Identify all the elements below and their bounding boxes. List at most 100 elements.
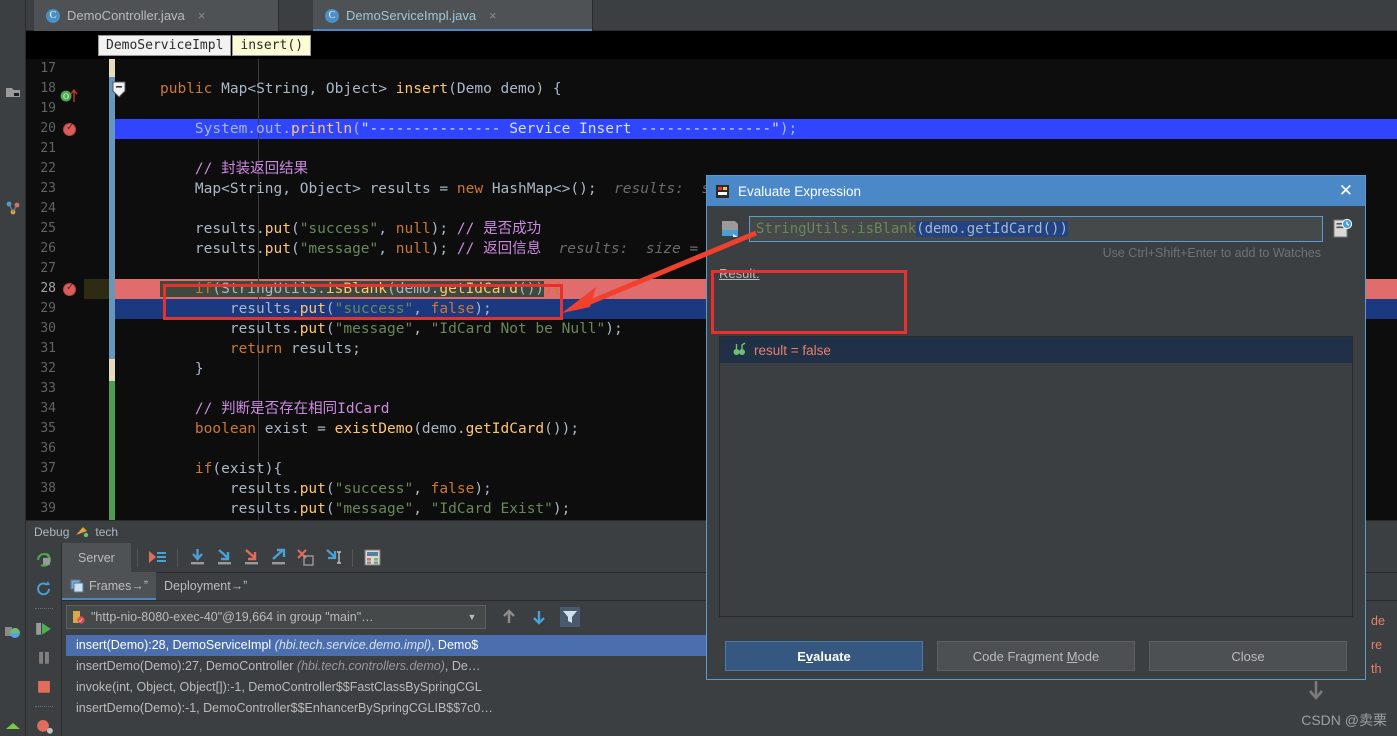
table-row[interactable]: insertDemo(Demo):-1, DemoController$$Enh… — [66, 698, 1297, 719]
filter-icon[interactable] — [560, 607, 580, 627]
evaluate-expression-dialog[interactable]: Evaluate Expression ✕ StringUtils.isBlan… — [706, 175, 1366, 680]
line-number: 21 — [40, 141, 56, 156]
breakpoint-line-28[interactable] — [63, 282, 76, 296]
rerun-icon[interactable] — [35, 551, 53, 569]
frame-method: insertDemo(Demo):-1, DemoController$$Enh… — [76, 701, 493, 715]
watermark: CSDN @卖栗 — [1301, 712, 1387, 728]
step-into-icon[interactable] — [215, 548, 234, 567]
frame-package: (hbi.tech.controllers.demo) — [296, 659, 445, 673]
sidebar-item-jrebel[interactable]: JRebel — [0, 666, 28, 701]
frame-package: (hbi.tech.service.demo.impl) — [274, 638, 431, 652]
history-icon[interactable] — [1331, 218, 1353, 240]
variable-name: th — [1371, 662, 1382, 676]
down-arrow-icon[interactable] — [530, 608, 548, 626]
frame-method: insertDemo(Demo):27, DemoController — [76, 659, 297, 673]
debug-session-rail[interactable] — [26, 543, 62, 736]
code-fragment-mode-button[interactable]: Code Fragment Mode — [937, 641, 1135, 671]
line-number: 39 — [40, 501, 56, 516]
frame-tail: , Demo$ — [430, 638, 479, 652]
pause-icon[interactable] — [35, 649, 53, 667]
line-number: 22 — [40, 161, 56, 176]
run-to-cursor-icon[interactable] — [323, 548, 342, 567]
tab-deployment[interactable]: Deployment→ˮ — [156, 572, 255, 600]
frames-icon — [70, 579, 84, 593]
result-row[interactable]: result = false — [720, 337, 1352, 363]
java-class-icon: C — [46, 8, 60, 23]
editor-tab-label: DemoServiceImpl.java — [346, 8, 477, 23]
line-number: 38 — [40, 481, 56, 496]
line-number: 30 — [40, 321, 56, 336]
editor-tab-demoserviceimpl[interactable]: C DemoServiceImpl.java × — [313, 0, 593, 31]
thread-suspended-icon: ✓ — [73, 611, 85, 624]
line-number: 29 — [40, 301, 56, 316]
close-icon[interactable]: ✕ — [1335, 181, 1357, 201]
annotation-arrow — [562, 230, 757, 313]
line-number: 17 — [40, 61, 56, 76]
chevron-down-icon[interactable]: ▼ — [463, 612, 481, 622]
editor-gutter[interactable]: 17 18 19 20 21 22 23 24 25 26 27 28 29 3… — [26, 59, 84, 520]
table-row[interactable]: invoke(int, Object, Object[]):-1, DemoCo… — [66, 677, 1297, 698]
project-icon — [6, 88, 20, 97]
dialog-title-bar[interactable]: Evaluate Expression ✕ — [707, 176, 1365, 206]
tab-frames-label: Frames→ˮ — [89, 579, 149, 593]
frame-method: invoke(int, Object, Object[]):-1, DemoCo… — [76, 680, 482, 694]
code-fragment-mnemonic: M — [1066, 648, 1078, 664]
line-number: 34 — [40, 401, 56, 416]
breadcrumb: DemoServiceImpl insert() — [26, 31, 1397, 59]
expression-input[interactable]: StringUtils.isBlank (demo.getIdCard()) — [749, 216, 1323, 242]
inline-debug-hint: results: s — [614, 181, 711, 197]
svg-text:✓: ✓ — [78, 619, 83, 624]
debug-config-name: tech — [95, 525, 119, 539]
dialog-buttons[interactable]: Evaluate Code Fragment Mode Close — [707, 641, 1365, 671]
line-number: 27 — [40, 261, 56, 276]
up-arrow-icon[interactable] — [500, 608, 518, 626]
stop-icon[interactable] — [35, 678, 53, 696]
step-over-icon[interactable] — [188, 548, 207, 567]
line-number: 25 — [40, 221, 56, 236]
show-execution-point-icon[interactable] — [148, 548, 167, 567]
mute-breakpoints-icon[interactable] — [35, 718, 53, 736]
move-down-icon[interactable] — [1307, 679, 1325, 701]
thread-dropdown[interactable]: ✓ "http-nio-8080-exec-40"@19,664 in grou… — [66, 605, 486, 629]
line-number: 33 — [40, 381, 56, 396]
variable-name: de — [1371, 614, 1385, 628]
expression-row[interactable]: StringUtils.isBlank (demo.getIdCard()) — [707, 206, 1365, 242]
line-number: 26 — [40, 241, 56, 256]
line-number: 31 — [40, 341, 56, 356]
override-arrow-icon — [70, 88, 78, 102]
frame-method: insert(Demo):28, DemoServiceImpl — [76, 638, 275, 652]
java-class-icon: C — [325, 8, 339, 23]
resume-program-icon[interactable] — [35, 620, 53, 638]
breadcrumb-class[interactable]: DemoServiceImpl — [98, 34, 232, 56]
close-icon[interactable]: × — [198, 8, 206, 23]
web-icon — [5, 627, 20, 638]
editor-tab-democontroller[interactable]: C DemoController.java × — [34, 0, 279, 31]
line-number: 35 — [40, 421, 56, 436]
evaluate-expression-icon[interactable] — [363, 548, 382, 567]
sidebar-item-web[interactable]: Web — [0, 578, 18, 601]
close-button[interactable]: Close — [1149, 641, 1347, 671]
line-number: 24 — [40, 201, 56, 216]
frame-tail: , De… — [444, 659, 481, 673]
code-folding-column[interactable] — [109, 59, 131, 520]
result-value: result = false — [754, 342, 831, 358]
restart-icon[interactable] — [35, 580, 53, 598]
server-tab[interactable]: Server — [62, 542, 131, 573]
breakpoint-line-20[interactable] — [63, 122, 76, 136]
evaluate-button[interactable]: Evaluate — [725, 641, 923, 671]
tab-frames[interactable]: Frames→ˮ — [62, 572, 157, 600]
force-step-into-icon[interactable] — [242, 548, 261, 567]
close-icon[interactable]: × — [489, 8, 497, 23]
line-number: 36 — [40, 441, 56, 456]
evaluate-mnemonic: v — [805, 648, 814, 664]
fold-region-icon[interactable] — [112, 81, 126, 99]
drop-frame-icon[interactable] — [296, 548, 315, 567]
breadcrumb-method[interactable]: insert() — [232, 34, 312, 56]
step-out-icon[interactable] — [269, 548, 288, 567]
tab-deployment-label: Deployment→ˮ — [164, 579, 248, 593]
code-line: public Map<String, Object> insert(Demo d… — [160, 81, 562, 97]
result-tree[interactable]: result = false — [719, 336, 1353, 617]
line-number: 23 — [40, 181, 56, 196]
